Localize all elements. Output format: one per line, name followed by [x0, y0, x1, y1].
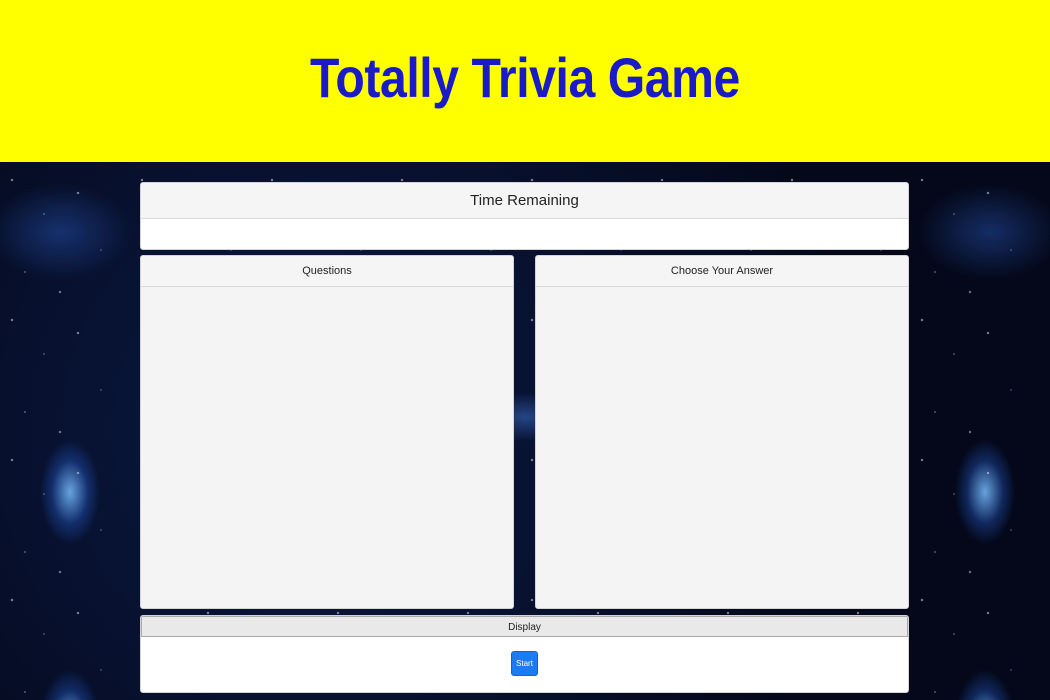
timer-panel: Time Remaining: [140, 182, 909, 250]
answers-label: Choose Your Answer: [536, 256, 908, 287]
questions-content: [141, 287, 513, 608]
answers-panel: Choose Your Answer: [535, 255, 909, 609]
timer-value: [141, 219, 908, 249]
display-body: Start: [141, 637, 908, 692]
display-panel: Display Start: [140, 615, 909, 693]
page-title: Totally Trivia Game: [310, 45, 740, 109]
page-header: Totally Trivia Game: [0, 0, 1050, 162]
questions-panel: Questions: [140, 255, 514, 609]
timer-label: Time Remaining: [141, 183, 908, 219]
start-button[interactable]: Start: [511, 651, 538, 676]
questions-label: Questions: [141, 256, 513, 287]
display-label: Display: [141, 616, 908, 637]
answers-content: [536, 287, 908, 608]
